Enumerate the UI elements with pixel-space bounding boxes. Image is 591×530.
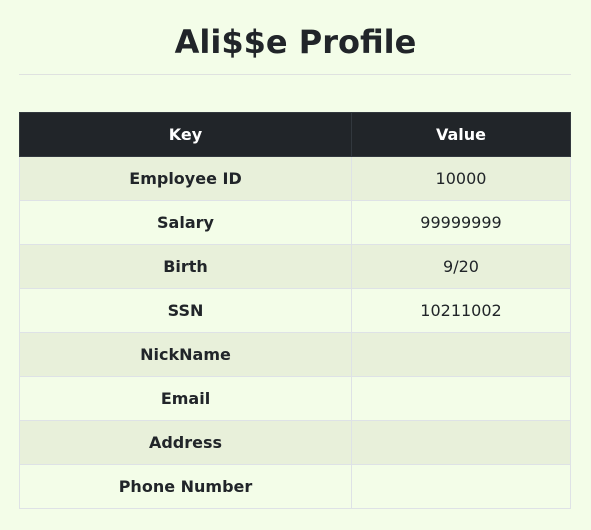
- row-value-email: [351, 376, 571, 421]
- row-key-address: Address: [19, 420, 352, 465]
- row-key-nickname: NickName: [19, 332, 352, 377]
- table-row: Address: [19, 420, 571, 465]
- table-row: Birth 9/20: [19, 244, 571, 289]
- column-header-value: Value: [351, 112, 571, 157]
- row-key-phone-number: Phone Number: [19, 464, 352, 509]
- table-row: NickName: [19, 332, 571, 377]
- page-title: Ali$$e Profile: [174, 23, 417, 61]
- header-row: Key Value: [19, 112, 571, 157]
- row-value-nickname: [351, 332, 571, 377]
- table-row: Email: [19, 376, 571, 421]
- row-key-ssn: SSN: [19, 288, 352, 333]
- table-header: Key Value: [19, 112, 571, 157]
- row-key-salary: Salary: [19, 200, 352, 245]
- row-key-email: Email: [19, 376, 352, 421]
- table-row: Salary 99999999: [19, 200, 571, 245]
- row-key-birth: Birth: [19, 244, 352, 289]
- row-value-birth: 9/20: [351, 244, 571, 289]
- row-value-address: [351, 420, 571, 465]
- row-value-salary: 99999999: [351, 200, 571, 245]
- title-divider: [19, 74, 571, 75]
- table-row: SSN 10211002: [19, 288, 571, 333]
- row-key-employee-id: Employee ID: [19, 156, 352, 201]
- table-row: Phone Number: [19, 464, 571, 509]
- table-body: Employee ID 10000 Salary 99999999 Birth …: [19, 156, 571, 509]
- row-value-phone-number: [351, 464, 571, 509]
- column-header-key: Key: [19, 112, 352, 157]
- table-row: Employee ID 10000: [19, 156, 571, 201]
- row-value-ssn: 10211002: [351, 288, 571, 333]
- profile-table: Key Value Employee ID 10000 Salary 99999…: [19, 112, 571, 509]
- row-value-employee-id: 10000: [351, 156, 571, 201]
